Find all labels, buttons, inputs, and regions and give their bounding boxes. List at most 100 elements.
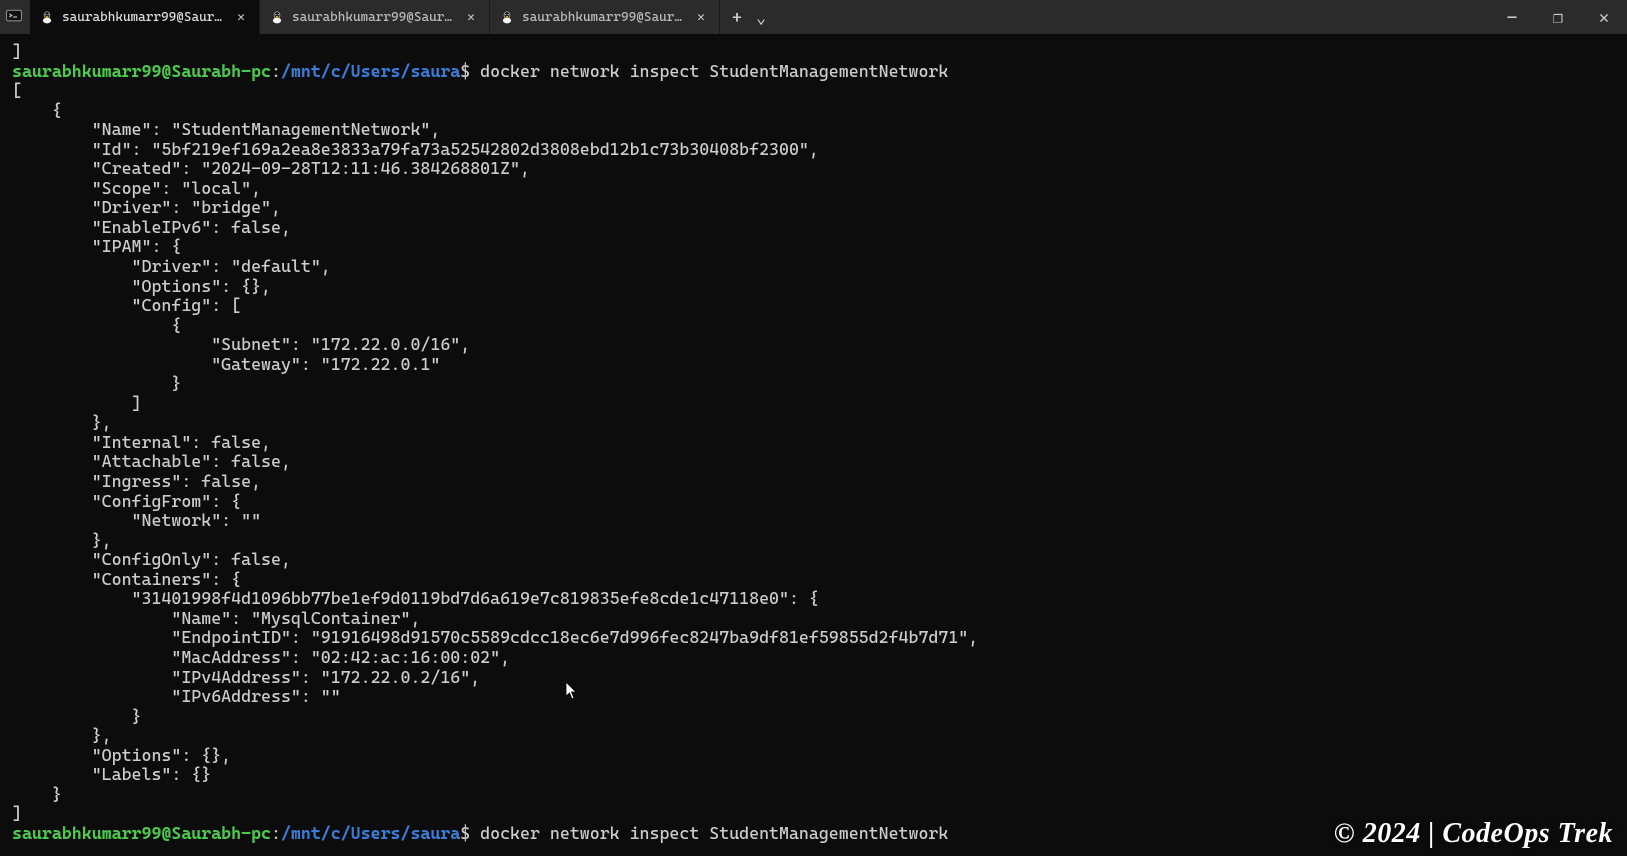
output-text: "Name": "StudentManagementNetwork", bbox=[12, 119, 440, 139]
output-text: }, bbox=[12, 412, 112, 432]
terminal-line: "IPAM": { bbox=[12, 237, 1615, 257]
prompt-path: /mnt/c/Users/saura bbox=[281, 823, 460, 843]
terminal-line: "MacAddress": "02:42:ac:16:00:02", bbox=[12, 648, 1615, 668]
tab-dropdown-button[interactable]: ⌄ bbox=[756, 7, 766, 28]
output-text: "IPv4Address": "172.22.0.2/16", bbox=[12, 667, 480, 687]
prompt-path: /mnt/c/Users/saura bbox=[281, 61, 460, 81]
tab-actions: + ⌄ bbox=[720, 7, 778, 28]
terminal-line: "Id": "5bf219ef169a2ea8e3833a79fa73a5254… bbox=[12, 140, 1615, 160]
terminal-line: "Name": "MysqlContainer", bbox=[12, 609, 1615, 629]
maximize-button[interactable]: ❐ bbox=[1535, 0, 1581, 34]
window-close-button[interactable]: ✕ bbox=[1581, 0, 1627, 34]
terminal-viewport[interactable]: ]saurabhkumarr99@Saurabh-pc:/mnt/c/Users… bbox=[0, 34, 1627, 856]
output-text: "Created": "2024-09-28T12:11:46.38426880… bbox=[12, 158, 530, 178]
terminal-line: }, bbox=[12, 413, 1615, 433]
output-text: "Name": "MysqlContainer", bbox=[12, 608, 420, 628]
output-text: "Labels": {} bbox=[12, 764, 211, 784]
window-controls: — ❐ ✕ bbox=[1489, 0, 1627, 34]
tux-icon bbox=[500, 10, 514, 24]
terminal-line: "Labels": {} bbox=[12, 765, 1615, 785]
output-text: { bbox=[12, 315, 181, 335]
tab-label: saurabhkumarr99@Saurabh-p bbox=[62, 10, 225, 25]
output-text: "Config": [ bbox=[12, 295, 241, 315]
minimize-button[interactable]: — bbox=[1489, 0, 1535, 34]
terminal-line: }, bbox=[12, 531, 1615, 551]
output-text: "Id": "5bf219ef169a2ea8e3833a79fa73a5254… bbox=[12, 139, 819, 159]
terminal-line: "Subnet": "172.22.0.0/16", bbox=[12, 335, 1615, 355]
tab-1[interactable]: saurabhkumarr99@Saurabh-p ✕ bbox=[260, 0, 490, 34]
output-text: { bbox=[12, 100, 62, 120]
terminal-line: ] bbox=[12, 42, 1615, 62]
terminal-line: } bbox=[12, 374, 1615, 394]
output-text: "31401998f4d1096bb77be1ef9d0119bd7d6a619… bbox=[12, 588, 819, 608]
output-text: } bbox=[12, 784, 62, 804]
output-text: "ConfigOnly": false, bbox=[12, 549, 291, 569]
output-text: ] bbox=[12, 41, 22, 61]
tux-icon bbox=[40, 10, 54, 24]
output-text: } bbox=[12, 706, 142, 726]
output-text: "Subnet": "172.22.0.0/16", bbox=[12, 334, 470, 354]
terminal-line: "Created": "2024-09-28T12:11:46.38426880… bbox=[12, 159, 1615, 179]
terminal-line: { bbox=[12, 101, 1615, 121]
terminal-line: "Driver": "bridge", bbox=[12, 198, 1615, 218]
terminal-line: "IPv6Address": "" bbox=[12, 687, 1615, 707]
titlebar: saurabhkumarr99@Saurabh-p✕saurabhkumarr9… bbox=[0, 0, 1627, 34]
terminal-line: saurabhkumarr99@Saurabh-pc:/mnt/c/Users/… bbox=[12, 62, 1615, 82]
tab-label: saurabhkumarr99@Saurabh-p bbox=[522, 10, 685, 25]
terminal-line: "Driver": "default", bbox=[12, 257, 1615, 277]
terminal-line: ] bbox=[12, 804, 1615, 824]
terminal-line: "31401998f4d1096bb77be1ef9d0119bd7d6a619… bbox=[12, 589, 1615, 609]
terminal-line: "Scope": "local", bbox=[12, 179, 1615, 199]
output-text: "Containers": { bbox=[12, 569, 241, 589]
output-text: "Network": "" bbox=[12, 510, 261, 530]
mouse-cursor-icon bbox=[566, 682, 578, 700]
terminal-line: "Name": "StudentManagementNetwork", bbox=[12, 120, 1615, 140]
tab-close-icon[interactable]: ✕ bbox=[693, 9, 709, 25]
terminal-line: "Attachable": false, bbox=[12, 452, 1615, 472]
terminal-line: "Ingress": false, bbox=[12, 472, 1615, 492]
terminal-line: "Options": {}, bbox=[12, 277, 1615, 297]
output-text: "IPAM": { bbox=[12, 236, 181, 256]
output-text: "ConfigFrom": { bbox=[12, 491, 241, 511]
terminal-line: "EndpointID": "91916498d91570c5589cdcc18… bbox=[12, 628, 1615, 648]
tab-strip: saurabhkumarr99@Saurabh-p✕saurabhkumarr9… bbox=[30, 0, 720, 34]
terminal-line: "ConfigOnly": false, bbox=[12, 550, 1615, 570]
output-text: }, bbox=[12, 530, 112, 550]
terminal-line: "Gateway": "172.22.0.1" bbox=[12, 355, 1615, 375]
prompt-user-host: saurabhkumarr99@Saurabh-pc bbox=[12, 823, 271, 843]
prompt-separator: : bbox=[271, 61, 281, 81]
terminal-line: "Network": "" bbox=[12, 511, 1615, 531]
terminal-line: "Config": [ bbox=[12, 296, 1615, 316]
output-text: "Options": {}, bbox=[12, 745, 231, 765]
output-text: }, bbox=[12, 725, 112, 745]
output-text: "Driver": "default", bbox=[12, 256, 331, 276]
terminal-line: }, bbox=[12, 726, 1615, 746]
app-icon bbox=[4, 7, 24, 27]
output-text: "Internal": false, bbox=[12, 432, 271, 452]
new-tab-button[interactable]: + bbox=[732, 7, 742, 27]
terminal-line: "EnableIPv6": false, bbox=[12, 218, 1615, 238]
output-text: "Scope": "local", bbox=[12, 178, 261, 198]
terminal-line: [ bbox=[12, 81, 1615, 101]
output-text: "MacAddress": "02:42:ac:16:00:02", bbox=[12, 647, 510, 667]
tab-0[interactable]: saurabhkumarr99@Saurabh-p ✕ bbox=[30, 0, 260, 34]
output-text: } bbox=[12, 373, 181, 393]
output-text: "IPv6Address": "" bbox=[12, 686, 341, 706]
terminal-line: "IPv4Address": "172.22.0.2/16", bbox=[12, 668, 1615, 688]
tab-close-icon[interactable]: ✕ bbox=[463, 9, 479, 25]
terminal-line: "Containers": { bbox=[12, 570, 1615, 590]
tab-close-icon[interactable]: ✕ bbox=[233, 9, 249, 25]
prompt-symbol: $ bbox=[460, 61, 480, 81]
prompt-separator: : bbox=[271, 823, 281, 843]
terminal-line: "Options": {}, bbox=[12, 746, 1615, 766]
tab-2[interactable]: saurabhkumarr99@Saurabh-p ✕ bbox=[490, 0, 720, 34]
output-text: "Driver": "bridge", bbox=[12, 197, 281, 217]
output-text: [ bbox=[12, 80, 22, 100]
tab-label: saurabhkumarr99@Saurabh-p bbox=[292, 10, 455, 25]
output-text: "Attachable": false, bbox=[12, 451, 291, 471]
output-text: "Options": {}, bbox=[12, 276, 271, 296]
prompt-symbol: $ bbox=[460, 823, 480, 843]
output-text: "Ingress": false, bbox=[12, 471, 261, 491]
output-text: ] bbox=[12, 803, 22, 823]
terminal-line: } bbox=[12, 707, 1615, 727]
